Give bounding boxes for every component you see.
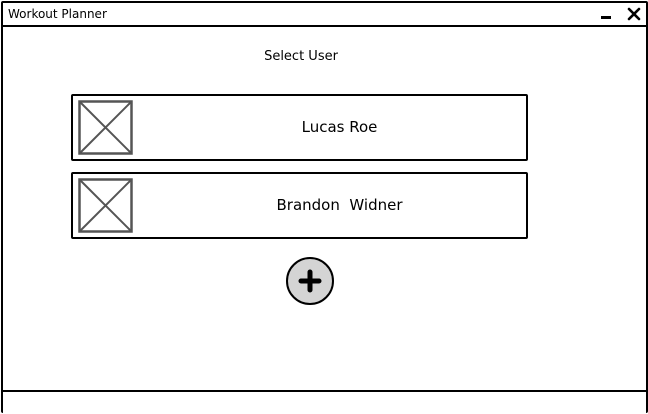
- image-placeholder-icon: [78, 100, 133, 155]
- title-bar[interactable]: Workout Planner: [3, 3, 646, 27]
- user-name: Brandon Widner: [276, 196, 403, 214]
- page-heading: Select User: [264, 49, 338, 64]
- user-name: Lucas Roe: [301, 118, 378, 136]
- minimize-button[interactable]: [599, 6, 613, 20]
- user-card-brandon-widner[interactable]: Brandon Widner: [71, 172, 528, 239]
- status-bar: [3, 390, 646, 413]
- image-placeholder-icon: [78, 178, 133, 233]
- add-user-button[interactable]: [286, 257, 334, 305]
- minimize-icon: [601, 16, 611, 19]
- window-title: Workout Planner: [8, 7, 107, 21]
- app-window: Workout Planner Select User Lucas Roe Br…: [1, 1, 648, 413]
- user-card-lucas-roe[interactable]: Lucas Roe: [71, 94, 528, 161]
- close-icon: [627, 7, 641, 21]
- plus-icon: [298, 269, 322, 293]
- close-button[interactable]: [627, 6, 641, 21]
